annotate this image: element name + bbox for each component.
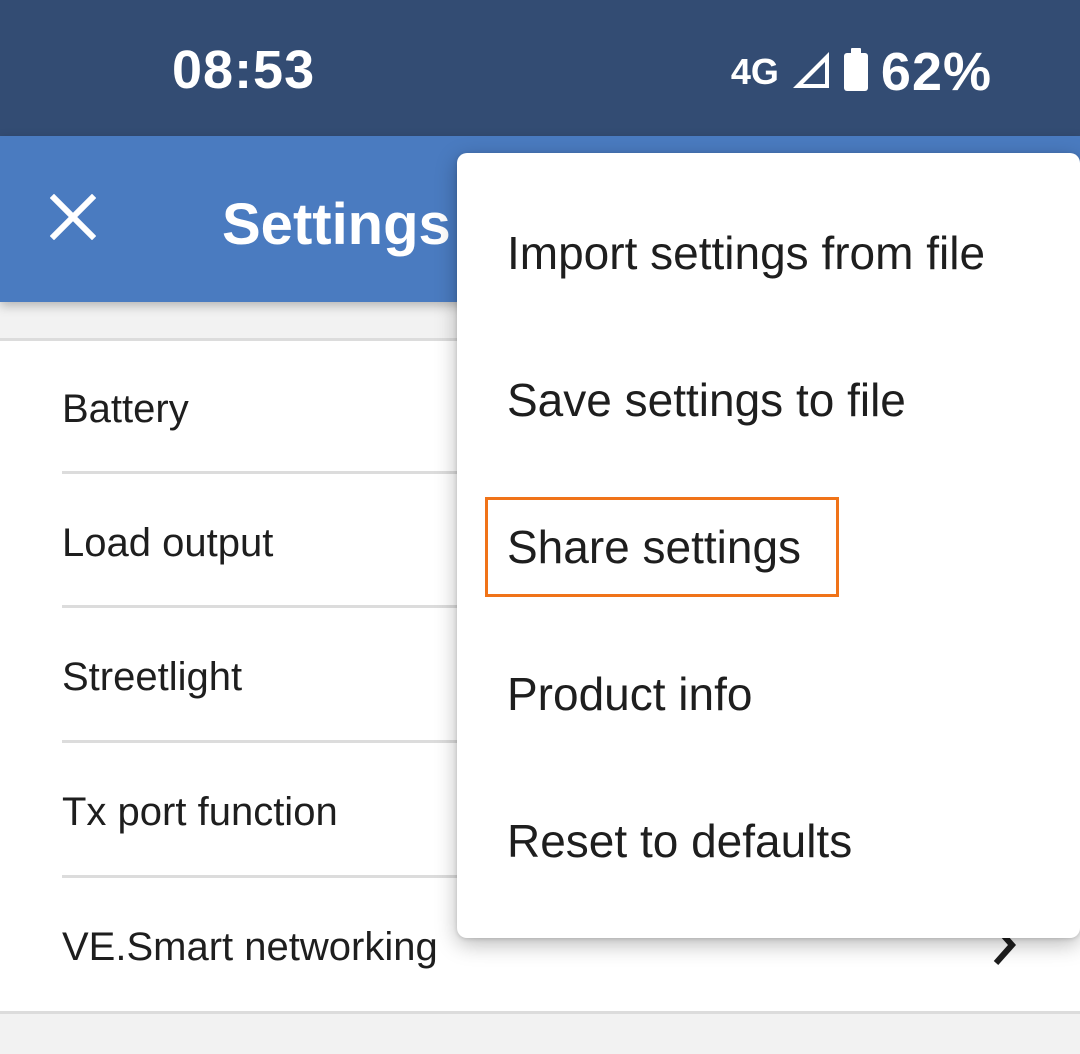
status-indicators: 4G 62% [731,40,992,104]
status-time: 08:53 [172,40,316,100]
menu-item-label: Share settings [507,520,802,573]
overflow-menu: Import settings from file Save settings … [457,153,1080,938]
battery-icon [843,47,869,97]
network-type: 4G [730,51,779,92]
list-item-label: Streetlight [62,655,243,699]
menu-item-import-settings[interactable]: Import settings from file [457,179,1080,326]
close-icon [49,193,97,245]
status-bar: 08:53 4G 62% [0,0,1080,136]
battery-percent: 62% [880,42,992,102]
menu-item-label: Import settings from file [507,226,986,279]
signal-icon [791,50,831,95]
menu-item-label: Save settings to file [507,373,906,426]
menu-item-share-settings[interactable]: Share settings [457,473,1080,620]
menu-item-reset-defaults[interactable]: Reset to defaults [457,767,1080,914]
list-item-label: Tx port function [62,790,338,834]
list-item-label: VE.Smart networking [62,925,438,969]
list-item-label: Load output [62,521,274,565]
menu-item-product-info[interactable]: Product info [457,620,1080,767]
list-item-label: Battery [62,387,189,431]
menu-item-label: Reset to defaults [507,814,853,867]
close-button[interactable] [36,182,110,256]
menu-item-label: Product info [507,667,753,720]
settings-screen: 08:53 4G 62% Settings Battery Load outpu… [0,0,1080,1054]
menu-item-save-settings[interactable]: Save settings to file [457,326,1080,473]
page-title: Settings [222,192,451,257]
